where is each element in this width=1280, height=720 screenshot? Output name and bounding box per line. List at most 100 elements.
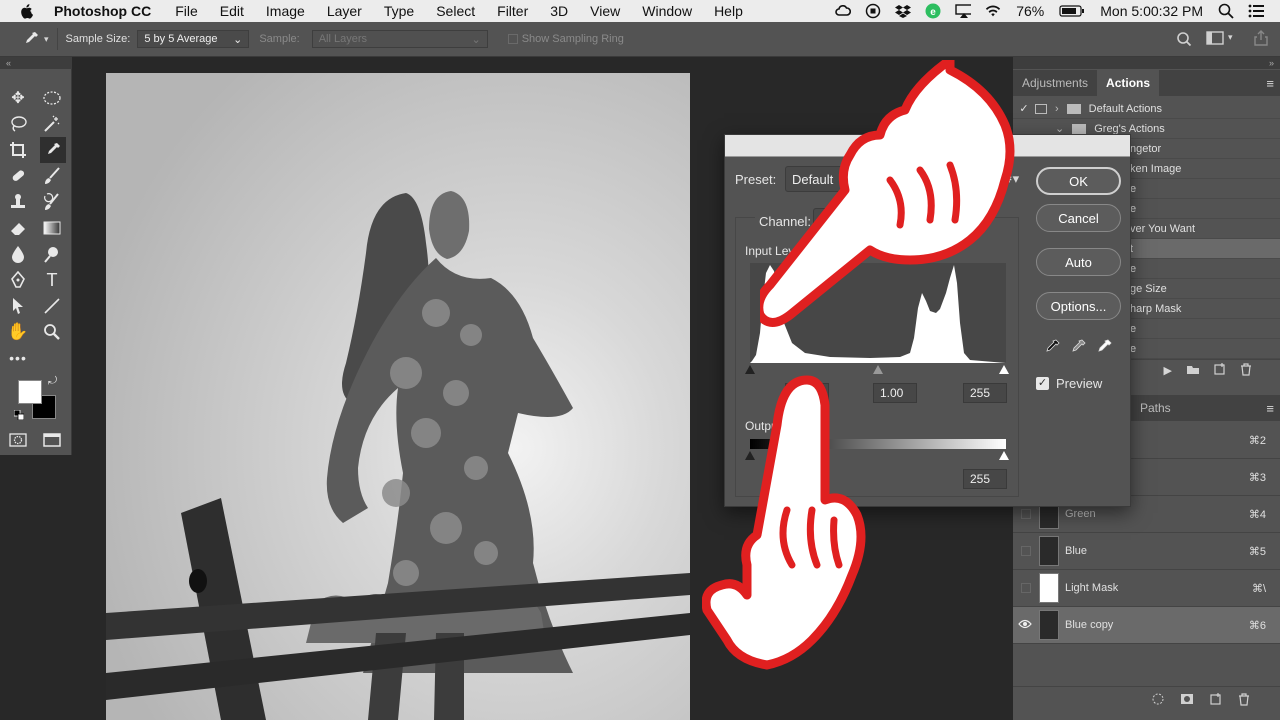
menu-layer[interactable]: Layer [327, 3, 362, 19]
play-icon[interactable]: ▶ [1164, 364, 1172, 377]
magic-wand-tool-icon[interactable] [40, 112, 64, 136]
gray-point-eyedropper-icon[interactable] [1069, 338, 1087, 359]
channel-row[interactable]: Light Mask ⌘\ [1013, 570, 1280, 607]
pen-tool-icon[interactable] [6, 268, 30, 292]
history-brush-tool-icon[interactable] [40, 190, 64, 214]
airplay-icon[interactable] [955, 3, 972, 19]
dropbox-icon[interactable] [895, 3, 912, 19]
input-gamma-slider[interactable] [873, 365, 883, 374]
blur-tool-icon[interactable] [6, 242, 30, 266]
toolbar-collapse-handle[interactable]: « [0, 57, 72, 69]
screen-mode-icon[interactable] [40, 428, 64, 452]
tab-paths[interactable]: Paths [1131, 395, 1180, 421]
eyedropper-tool-preset-icon[interactable]: ▾ [22, 30, 49, 48]
search-icon[interactable] [1176, 31, 1192, 50]
tab-adjustments[interactable]: Adjustments [1013, 70, 1097, 96]
auto-button[interactable]: Auto [1036, 248, 1121, 276]
panel-menu-icon[interactable]: ≡ [1266, 395, 1280, 421]
wifi-icon[interactable] [985, 3, 1001, 19]
apple-icon[interactable] [18, 2, 36, 20]
new-channel-icon[interactable] [1210, 693, 1222, 708]
eye-icon[interactable] [1018, 619, 1032, 632]
spotlight-icon[interactable] [1218, 3, 1234, 19]
load-selection-icon[interactable] [1152, 693, 1164, 708]
output-white-field[interactable]: 255 [963, 469, 1007, 489]
white-point-eyedropper-icon[interactable] [1095, 338, 1113, 359]
preview-checkbox[interactable]: ✓ [1036, 377, 1049, 390]
cancel-button[interactable]: Cancel [1036, 204, 1121, 232]
crop-tool-icon[interactable] [6, 138, 30, 162]
menu-3d[interactable]: 3D [550, 3, 568, 19]
channel-row-selected[interactable]: Blue copy ⌘6 [1013, 607, 1280, 644]
brush-tool-icon[interactable] [40, 164, 64, 188]
move-tool-icon[interactable]: ✥ [6, 86, 30, 110]
options-button[interactable]: Options... [1036, 292, 1121, 320]
sample-size-select[interactable]: 5 by 5 Average ⌄ [137, 30, 250, 48]
record-icon[interactable] [865, 3, 881, 19]
menu-file[interactable]: File [175, 3, 198, 19]
share-icon[interactable] [1254, 30, 1268, 49]
trash-icon[interactable] [1238, 692, 1250, 709]
chevron-down-icon[interactable]: ▾ [1228, 32, 1233, 43]
edit-toolbar-icon[interactable]: ••• [6, 346, 30, 370]
clock[interactable]: Mon 5:00:32 PM [1100, 3, 1203, 19]
black-point-eyedropper-icon[interactable] [1043, 338, 1061, 359]
menu-help[interactable]: Help [714, 3, 743, 19]
menu-edit[interactable]: Edit [220, 3, 244, 19]
foreground-color-swatch[interactable] [18, 380, 42, 404]
menu-image[interactable]: Image [266, 3, 305, 19]
notification-center-icon[interactable] [1248, 3, 1264, 19]
action-row[interactable]: ✓ › Default Actions [1013, 99, 1280, 119]
input-gamma-field[interactable]: 1.00 [873, 383, 917, 403]
menu-filter[interactable]: Filter [497, 3, 528, 19]
eyedropper-tool-icon[interactable] [40, 137, 66, 163]
app-name[interactable]: Photoshop CC [54, 3, 151, 19]
clone-stamp-tool-icon[interactable] [6, 190, 30, 214]
input-white-field[interactable]: 255 [963, 383, 1007, 403]
evernote-icon[interactable]: e [925, 3, 941, 19]
creative-cloud-icon[interactable] [835, 3, 852, 19]
trash-icon[interactable] [1240, 362, 1252, 379]
input-white-slider[interactable] [999, 365, 1009, 374]
folder-icon[interactable] [1186, 364, 1200, 378]
zoom-tool-icon[interactable] [40, 320, 64, 344]
healing-brush-tool-icon[interactable] [6, 164, 30, 188]
quick-mask-icon[interactable] [6, 428, 30, 452]
visibility-toggle[interactable] [1021, 509, 1031, 519]
marquee-tool-icon[interactable] [40, 86, 64, 110]
line-tool-icon[interactable] [40, 294, 64, 318]
show-sampling-ring-checkbox[interactable] [507, 34, 518, 44]
menu-view[interactable]: View [590, 3, 620, 19]
panel-menu-icon[interactable]: ≡ [1266, 70, 1280, 96]
visibility-toggle[interactable] [1021, 583, 1031, 593]
lasso-tool-icon[interactable] [6, 112, 30, 136]
dialog-toggle-icon[interactable] [1035, 103, 1047, 114]
workspace-icon[interactable] [1206, 31, 1224, 48]
hand-tool-icon[interactable]: ✋ [6, 320, 30, 344]
channel-name: Light Mask [1065, 582, 1119, 594]
gradient-tool-icon[interactable] [40, 216, 64, 240]
tab-actions[interactable]: Actions [1097, 70, 1160, 96]
menu-window[interactable]: Window [642, 3, 692, 19]
type-tool-icon[interactable]: T [40, 268, 64, 292]
eraser-tool-icon[interactable] [6, 216, 30, 240]
dodge-tool-icon[interactable] [40, 242, 64, 266]
new-action-icon[interactable] [1214, 363, 1226, 378]
channel-row[interactable]: Blue ⌘5 [1013, 533, 1280, 570]
swap-colors-icon[interactable]: ⤾ [48, 375, 57, 388]
menu-select[interactable]: Select [436, 3, 475, 19]
menu-type[interactable]: Type [384, 3, 414, 19]
visibility-toggle[interactable] [1021, 546, 1031, 556]
document-canvas[interactable] [106, 73, 690, 720]
default-colors-icon[interactable] [13, 409, 25, 421]
sample-select[interactable]: All Layers ⌄ [311, 30, 488, 48]
chevron-right-icon[interactable]: › [1055, 103, 1059, 115]
output-white-slider[interactable] [999, 451, 1009, 460]
ok-button[interactable]: OK [1036, 167, 1121, 195]
sample-label: Sample: [259, 33, 300, 45]
tools-panel: ✥ T ✋ ••• ⤾ [0, 69, 72, 455]
save-selection-icon[interactable] [1180, 693, 1194, 708]
path-selection-tool-icon[interactable] [6, 294, 30, 318]
panel-collapse-handle[interactable]: » [1013, 57, 1280, 69]
battery-icon[interactable] [1059, 3, 1085, 19]
